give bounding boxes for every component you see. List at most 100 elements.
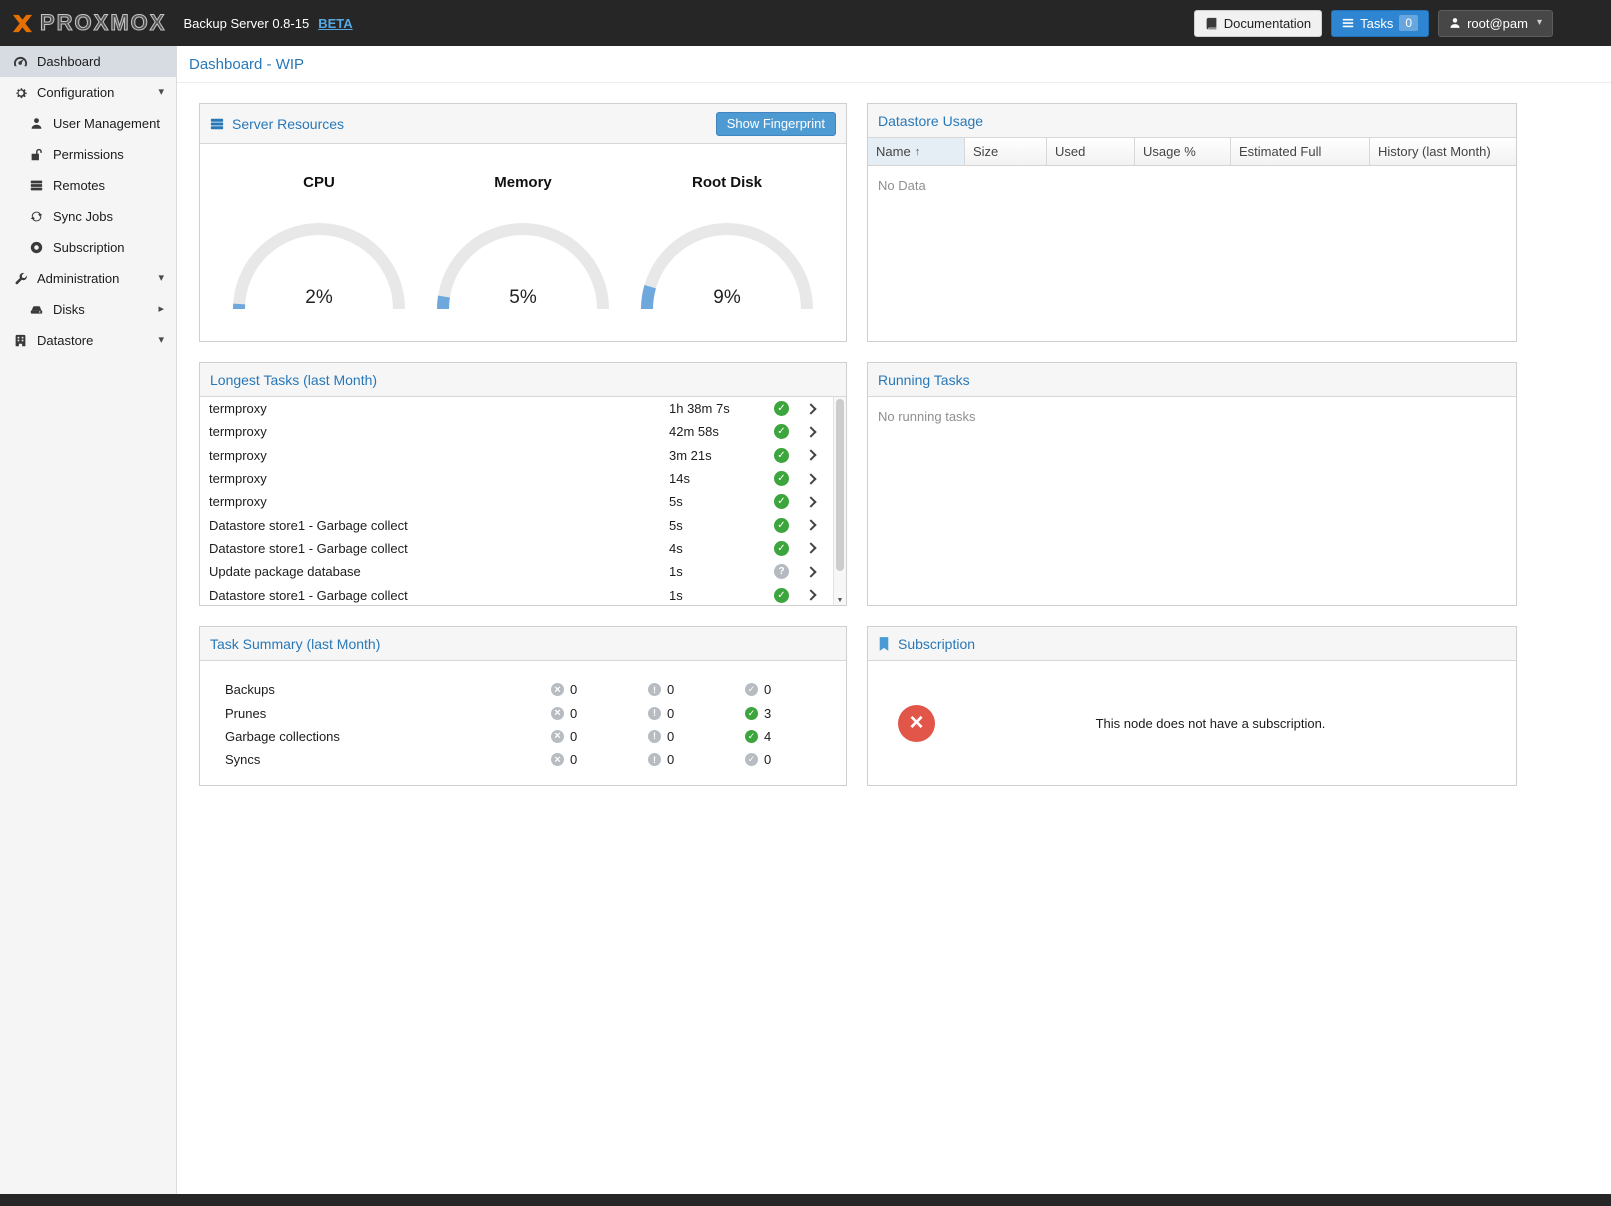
subscription-panel: Subscription × This node does not have a…: [867, 626, 1517, 786]
sidebar-item-user-management[interactable]: User Management: [0, 108, 176, 139]
tasks-button[interactable]: Tasks 0: [1331, 10, 1429, 37]
summary-row[interactable]: Garbage collections 0 0 4: [225, 725, 846, 748]
task-row[interactable]: termproxy 3m 21s: [200, 444, 833, 467]
sidebar-item-remotes[interactable]: Remotes: [0, 170, 176, 201]
longest-tasks-list: termproxy 1h 38m 7s termproxy 42m 58s: [200, 397, 846, 605]
sidebar-item-configuration[interactable]: Configuration ▾: [0, 77, 176, 108]
warning-count: 0: [667, 752, 674, 767]
status-ok-icon: [774, 494, 789, 509]
sidebar: Dashboard Configuration ▾ User Managemen…: [0, 46, 177, 1194]
summary-row[interactable]: Syncs 0 0 0: [225, 748, 846, 771]
ok-count: 3: [764, 706, 771, 721]
chevron-down-icon[interactable]: ▾: [158, 87, 164, 98]
refresh-icon: [28, 210, 45, 223]
panel-title: Task Summary (last Month): [210, 636, 380, 652]
status-ok-icon: [774, 588, 789, 603]
warning-icon: [648, 730, 661, 743]
panel-title: Datastore Usage: [878, 113, 983, 129]
task-summary-table: Backups 0 0 0 Prunes 0 0 3: [200, 661, 846, 772]
sidebar-item-label: Permissions: [53, 147, 124, 162]
scrollbar-thumb[interactable]: [836, 399, 844, 571]
gauge-label: Root Disk: [639, 174, 815, 191]
column-header-estimated-full[interactable]: Estimated Full: [1231, 138, 1370, 165]
sidebar-item-label: Disks: [53, 302, 85, 317]
sidebar-item-subscription[interactable]: Subscription: [0, 232, 176, 263]
chevron-right-icon[interactable]: [805, 473, 816, 484]
chevron-right-icon[interactable]: [805, 566, 816, 577]
chevron-right-icon[interactable]: [805, 589, 816, 600]
task-row[interactable]: termproxy 14s: [200, 467, 833, 490]
beta-link[interactable]: BETA: [318, 16, 352, 31]
sidebar-item-label: Subscription: [53, 240, 125, 255]
chevron-right-icon[interactable]: [805, 450, 816, 461]
sidebar-item-label: Configuration: [37, 85, 114, 100]
task-row[interactable]: Update package database 1s: [200, 560, 833, 583]
resource-gauges: CPU 2% Memory: [200, 144, 846, 311]
scroll-down-icon[interactable]: ▼: [834, 597, 846, 604]
column-header-size[interactable]: Size: [965, 138, 1047, 165]
sidebar-item-administration[interactable]: Administration ▾: [0, 263, 176, 294]
sidebar-item-label: Datastore: [37, 333, 93, 348]
sidebar-item-dashboard[interactable]: Dashboard: [0, 46, 176, 77]
column-header-usage[interactable]: Usage %: [1135, 138, 1231, 165]
column-header-used[interactable]: Used: [1047, 138, 1135, 165]
user-label: root@pam: [1467, 17, 1528, 30]
ok-icon: [745, 707, 758, 720]
sidebar-item-disks[interactable]: Disks ▸: [0, 294, 176, 325]
summary-row[interactable]: Prunes 0 0 3: [225, 701, 846, 724]
sidebar-item-label: Sync Jobs: [53, 209, 113, 224]
sidebar-item-permissions[interactable]: Permissions: [0, 139, 176, 170]
no-data-text: No Data: [868, 166, 1516, 205]
topbar: PROXMOX Backup Server 0.8-15 BETA Docume…: [0, 0, 1611, 46]
ok-count: 4: [764, 729, 771, 744]
sidebar-item-sync-jobs[interactable]: Sync Jobs: [0, 201, 176, 232]
sidebar-item-datastore[interactable]: Datastore ▾: [0, 325, 176, 356]
user-menu-button[interactable]: root@pam ▾: [1438, 10, 1553, 37]
support-icon: [28, 241, 45, 254]
task-row[interactable]: Datastore store1 - Garbage collect 5s: [200, 513, 833, 536]
chevron-down-icon[interactable]: ▾: [158, 335, 164, 346]
task-row[interactable]: Datastore store1 - Garbage collect 1s: [200, 583, 833, 605]
chevron-down-icon[interactable]: ▾: [158, 273, 164, 284]
ok-icon: [745, 730, 758, 743]
app-window: PROXMOX Backup Server 0.8-15 BETA Docume…: [0, 0, 1611, 1194]
datastore-usage-panel: Datastore Usage Name ↑ Size Used Usage %…: [867, 103, 1517, 342]
sidebar-item-label: Dashboard: [37, 54, 101, 69]
show-fingerprint-button[interactable]: Show Fingerprint: [716, 112, 836, 136]
ok-icon: [745, 753, 758, 766]
documentation-button[interactable]: Documentation: [1194, 10, 1322, 37]
warning-count: 0: [667, 729, 674, 744]
error-count: 0: [570, 682, 577, 697]
task-row[interactable]: termproxy 42m 58s: [200, 420, 833, 443]
proxmox-x-icon: [10, 12, 33, 35]
error-count: 0: [570, 752, 577, 767]
task-row[interactable]: termproxy 5s: [200, 490, 833, 513]
status-unknown-icon: [774, 564, 789, 579]
sidebar-item-label: Administration: [37, 271, 119, 286]
memory-gauge: Memory 5%: [435, 174, 611, 311]
scrollbar[interactable]: ▼: [833, 397, 846, 605]
ok-count: 0: [764, 682, 771, 697]
longest-tasks-header: Longest Tasks (last Month): [200, 363, 846, 397]
gear-icon: [12, 86, 29, 100]
task-row[interactable]: termproxy 1h 38m 7s: [200, 397, 833, 420]
column-header-name[interactable]: Name ↑: [868, 138, 965, 165]
summary-row[interactable]: Backups 0 0 0: [225, 678, 846, 701]
server-resources-panel: Server Resources Show Fingerprint CPU: [199, 103, 847, 342]
chevron-right-icon[interactable]: [805, 543, 816, 554]
chevron-right-icon[interactable]: ▸: [158, 304, 164, 315]
warning-count: 0: [667, 682, 674, 697]
tasks-count-badge: 0: [1399, 15, 1418, 31]
task-row[interactable]: Datastore store1 - Garbage collect 4s: [200, 537, 833, 560]
chevron-right-icon[interactable]: [805, 496, 816, 507]
chevron-right-icon[interactable]: [805, 426, 816, 437]
warning-icon: [648, 683, 661, 696]
bars-icon: [210, 117, 224, 131]
hdd-icon: [28, 303, 45, 316]
running-tasks-panel: Running Tasks No running tasks: [867, 362, 1517, 606]
chevron-right-icon[interactable]: [805, 403, 816, 414]
column-header-history[interactable]: History (last Month): [1370, 138, 1516, 165]
longest-tasks-panel: Longest Tasks (last Month) termproxy 1h …: [199, 362, 847, 606]
panel-title: Running Tasks: [878, 372, 970, 388]
chevron-right-icon[interactable]: [805, 519, 816, 530]
